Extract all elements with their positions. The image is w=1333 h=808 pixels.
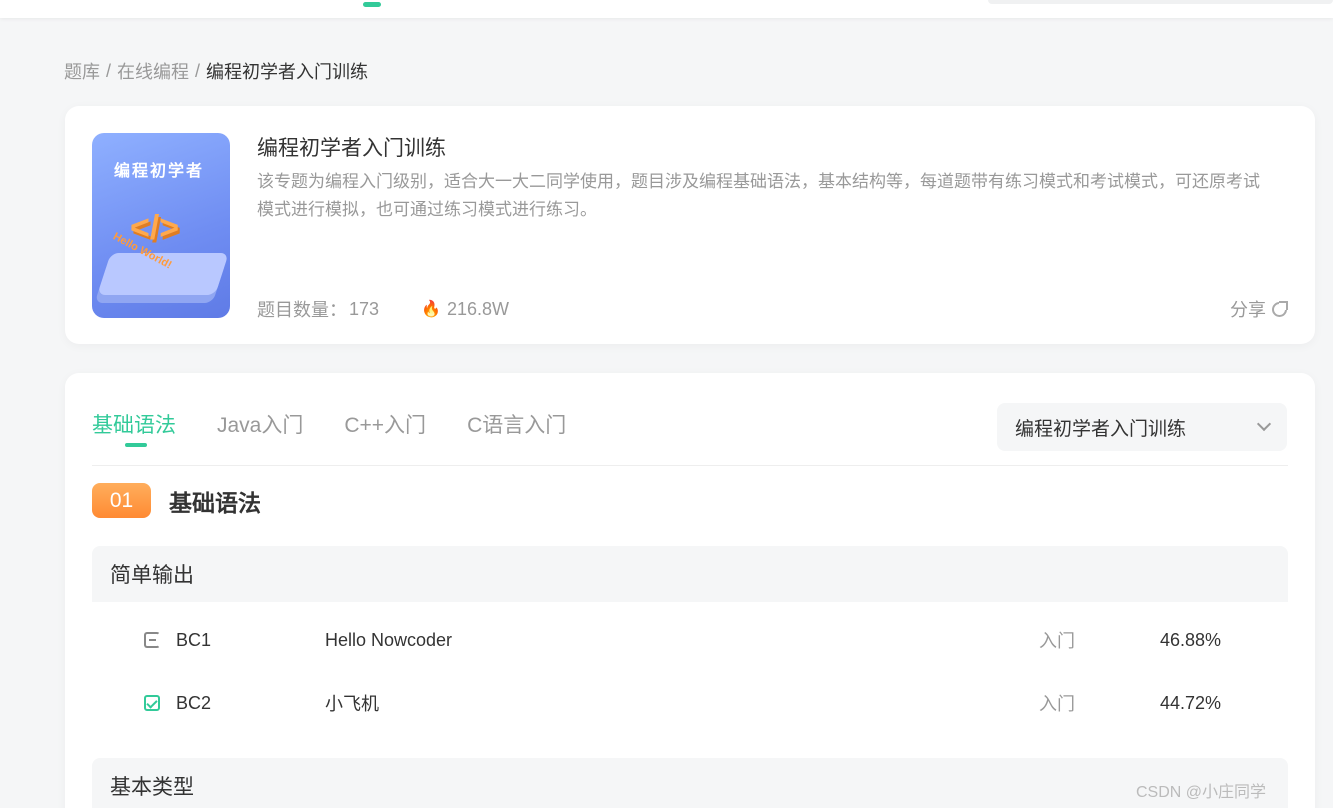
nav-active-indicator — [363, 2, 381, 7]
question-list-card: 基础语法 Java入门 C++入门 C语言入门 编程初学者入门训练 01 基础语… — [65, 373, 1315, 808]
share-label: 分享 — [1230, 300, 1266, 320]
todo-status-icon — [144, 632, 160, 648]
topic-meta: 题目数量： 173 🔥 216.8W — [257, 296, 509, 322]
breadcrumb-item-tiku[interactable]: 题库 — [64, 58, 100, 84]
question-count-value: 173 — [349, 298, 380, 319]
tab-java-intro[interactable]: Java入门 — [217, 409, 303, 439]
external-share-icon — [1272, 300, 1288, 317]
question-count-label: 题目数量： — [257, 300, 347, 320]
chevron-down-icon — [1256, 416, 1272, 432]
tab-cpp-intro[interactable]: C++入门 — [344, 409, 426, 439]
breadcrumb-item-online-coding[interactable]: 在线编程 — [117, 58, 189, 84]
question-pass-rate: 46.88% — [1160, 629, 1222, 650]
topic-description: 该专题为编程入门级别，适合大一大二同学使用，题目涉及编程基础语法，基本结构等，每… — [257, 172, 1260, 219]
hot-count: 🔥 216.8W — [421, 299, 509, 320]
topic-select-value: 编程初学者入门训练 — [1015, 418, 1187, 440]
topic-cover-image: 编程初学者 </> Hello World! — [92, 133, 230, 318]
group-header-simple-output: 简单输出 — [92, 546, 1288, 602]
cover-title: 编程初学者 — [114, 163, 205, 180]
question-row[interactable]: BC1 Hello Nowcoder 入门 46.88% — [92, 609, 1288, 671]
topic-select-dropdown[interactable]: 编程初学者入门训练 — [997, 403, 1287, 451]
watermark: CSDN @小庄同学 — [1136, 784, 1267, 801]
category-tabs: 基础语法 Java入门 C++入门 C语言入门 — [92, 409, 566, 447]
breadcrumb-item-current: 编程初学者入门训练 — [206, 62, 369, 82]
question-name[interactable]: 小飞机 — [325, 690, 379, 716]
breadcrumb-separator: / — [106, 60, 112, 81]
hot-count-value: 216.8W — [446, 298, 510, 319]
question-name[interactable]: Hello Nowcoder — [325, 630, 452, 651]
tab-basic-syntax[interactable]: 基础语法 — [92, 409, 176, 447]
question-pass-rate: 44.72% — [1160, 692, 1222, 713]
fire-icon: 🔥 — [421, 301, 441, 318]
top-navbar — [0, 0, 1333, 18]
share-button[interactable]: 分享 — [1230, 296, 1288, 322]
done-status-icon — [144, 695, 160, 711]
question-level: 入门 — [1039, 694, 1075, 714]
topic-title: 编程初学者入门训练 — [257, 137, 446, 160]
breadcrumb: 题库 / 在线编程 / 编程初学者入门训练 — [64, 58, 368, 84]
section-header: 01 基础语法 — [92, 483, 261, 518]
topic-intro-card: 编程初学者 </> Hello World! 编程初学者入门训练 该专题为编程入… — [65, 106, 1315, 344]
group-header-basic-types: 基本类型 — [92, 758, 1288, 808]
question-row[interactable]: BC2 小飞机 入门 44.72% — [92, 672, 1288, 734]
question-level: 入门 — [1039, 631, 1075, 651]
question-code: BC1 — [176, 629, 212, 650]
section-title: 基础语法 — [169, 489, 261, 516]
search-box[interactable] — [988, 0, 1333, 4]
tab-c-intro[interactable]: C语言入门 — [467, 409, 566, 439]
section-number-badge: 01 — [92, 483, 151, 518]
breadcrumb-separator: / — [195, 60, 201, 81]
question-code: BC2 — [176, 692, 212, 713]
divider — [92, 465, 1288, 466]
